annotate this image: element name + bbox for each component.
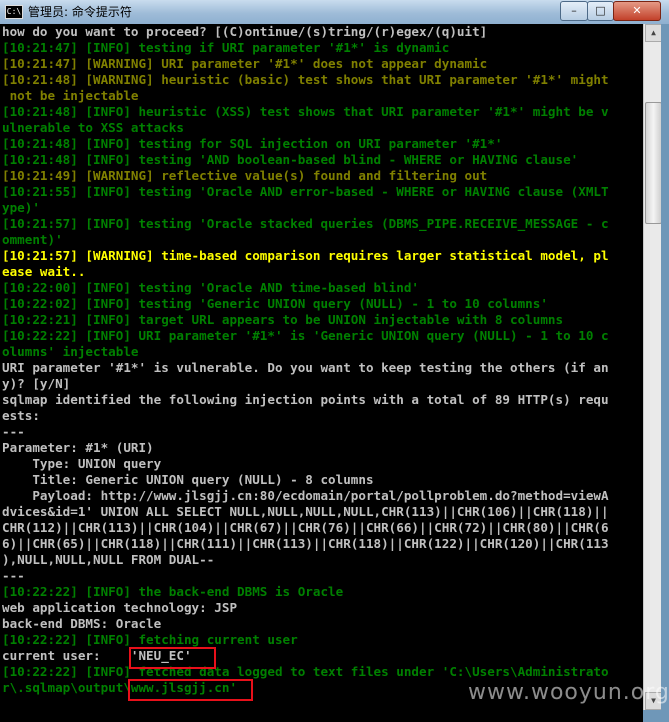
output-path-highlight-box: [128, 679, 253, 701]
console-line: Type: UNION query: [2, 456, 162, 471]
console-line: ests:: [2, 408, 40, 423]
window-frame: [661, 24, 669, 722]
close-button[interactable]: ✕: [613, 1, 661, 21]
console-line: 6)||CHR(65)||CHR(118)||CHR(111)||CHR(113…: [2, 536, 609, 551]
console-line: Parameter: #1* (URI): [2, 440, 154, 455]
console-line: [10:21:55] [INFO] testing 'Oracle AND er…: [2, 184, 609, 199]
console-line: [10:21:47] [WARNING] URI parameter '#1*'…: [2, 56, 488, 71]
console-line: [10:21:48] [INFO] testing for SQL inject…: [2, 136, 503, 151]
console-line: olumns' injectable: [2, 344, 139, 359]
console-line: ease wait..: [2, 264, 86, 279]
scrollbar-thumb[interactable]: [645, 102, 662, 224]
console-line: [10:21:57] [WARNING] time-based comparis…: [2, 248, 609, 263]
console-line: how do you want to proceed? [(C)ontinue/…: [2, 24, 488, 39]
console-line: [10:21:57] [INFO] testing 'Oracle stacke…: [2, 216, 609, 231]
console-line: [10:22:22] [INFO] the back-end DBMS is O…: [2, 584, 344, 599]
console-line: back-end DBMS: Oracle: [2, 616, 162, 631]
console-line: [10:21:48] [WARNING] heuristic (basic) t…: [2, 72, 609, 87]
console-line: omment)': [2, 232, 63, 247]
console-line: ype)': [2, 200, 40, 215]
console-line: CHR(112)||CHR(113)||CHR(104)||CHR(67)||C…: [2, 520, 609, 535]
console-line: Title: Generic UNION query (NULL) - 8 co…: [2, 472, 374, 487]
title-bar[interactable]: C:\ 管理员: 命令提示符 – □ ✕: [0, 0, 669, 24]
console-line: [10:21:49] [WARNING] reflective value(s)…: [2, 168, 488, 183]
cmd-icon: C:\: [5, 5, 23, 19]
watermark: www.wooyun.org: [468, 680, 669, 705]
console-line: URI parameter '#1*' is vulnerable. Do yo…: [2, 360, 609, 375]
console-line: ---: [2, 424, 25, 439]
window-title: 管理员: 命令提示符: [28, 5, 132, 19]
console-line: [10:22:02] [INFO] testing 'Generic UNION…: [2, 296, 548, 311]
console-line: web application technology: JSP: [2, 600, 238, 615]
console-line: sqlmap identified the following injectio…: [2, 392, 609, 407]
console-line: ulnerable to XSS attacks: [2, 120, 184, 135]
console-output[interactable]: how do you want to proceed? [(C)ontinue/…: [0, 24, 643, 722]
cmd-window: C:\ 管理员: 命令提示符 – □ ✕ how do you want to …: [0, 0, 669, 722]
console-line: ),NULL,NULL,NULL FROM DUAL--: [2, 552, 215, 567]
console-line: y)? [y/N]: [2, 376, 71, 391]
scroll-up-arrow-icon[interactable]: ▲: [645, 24, 662, 42]
current-user-highlight-box: [129, 647, 216, 669]
maximize-button[interactable]: □: [587, 1, 614, 21]
minimize-button[interactable]: –: [560, 1, 588, 21]
console-line: [10:21:48] [INFO] testing 'AND boolean-b…: [2, 152, 579, 167]
vertical-scrollbar[interactable]: ▲ ▼: [643, 24, 662, 710]
console-line: not be injectable: [2, 88, 139, 103]
console-line: dvices&id=1' UNION ALL SELECT NULL,NULL,…: [2, 504, 609, 519]
console-line: ---: [2, 568, 25, 583]
console-line: [10:22:22] [INFO] fetched data logged to…: [2, 664, 609, 679]
console-line: [10:22:22] [INFO] URI parameter '#1*' is…: [2, 328, 609, 343]
console-line: [10:22:22] [INFO] fetching current user: [2, 632, 298, 647]
console-line: Payload: http://www.jlsgjj.cn:80/ecdomai…: [2, 488, 609, 503]
console-line: [10:21:47] [INFO] testing if URI paramet…: [2, 40, 450, 55]
console-line: [10:22:21] [INFO] target URL appears to …: [2, 312, 564, 327]
console-line: [10:21:48] [INFO] heuristic (XSS) test s…: [2, 104, 609, 119]
console-line: [10:22:00] [INFO] testing 'Oracle AND ti…: [2, 280, 420, 295]
